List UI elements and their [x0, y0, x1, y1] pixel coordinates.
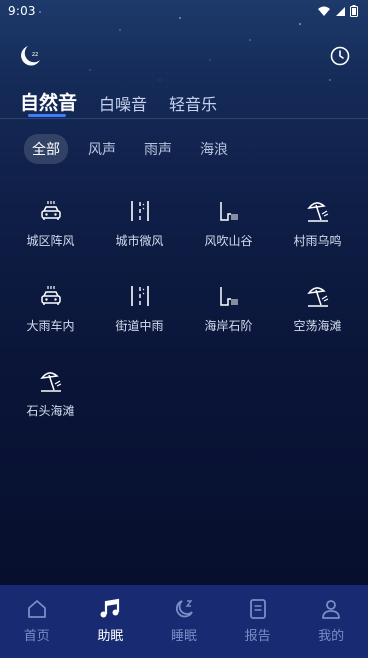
nav-sleep-aid[interactable]: 助眠: [80, 597, 140, 644]
tab-nature[interactable]: 自然音: [20, 88, 77, 115]
sound-label: 海岸石阶: [204, 319, 253, 333]
nav-label: 报告: [244, 629, 271, 644]
battery-icon: [350, 5, 358, 17]
moon-logo-icon[interactable]: zz: [18, 44, 44, 68]
nav-report[interactable]: 报告: [228, 597, 288, 644]
sound-grid: 城区阵风 城市微风 风吹山谷 村雨乌鸣 大雨车内 街道中雨 海岸石阶 空荡海滩 …: [6, 198, 362, 430]
sound-label: 空荡海滩: [293, 319, 342, 333]
home-icon: [27, 600, 46, 618]
music-note-icon: [100, 598, 120, 618]
sound-label: 石头海滩: [26, 404, 75, 418]
filter-rain[interactable]: 雨声: [136, 134, 180, 164]
tab-indicator: [28, 114, 66, 117]
status-bar: 9:03: [0, 0, 368, 22]
beach-umbrella-icon: [39, 372, 61, 392]
wifi-icon: [318, 6, 330, 16]
sound-label: 城市微风: [115, 234, 164, 248]
filter-wind[interactable]: 风声: [80, 134, 124, 164]
moon-zzz-icon: [175, 600, 193, 618]
nav-label: 首页: [23, 629, 50, 644]
sound-item[interactable]: 街道中雨: [95, 283, 184, 345]
filter-waves[interactable]: 海浪: [192, 134, 236, 164]
tab-light-music[interactable]: 轻音乐: [169, 91, 217, 115]
sound-label: 大雨车内: [26, 319, 75, 333]
category-tabs: 自然音 白噪音 轻音乐: [20, 88, 217, 115]
sound-item[interactable]: 城区阵风: [6, 198, 95, 260]
sound-item[interactable]: 村雨乌鸣: [273, 198, 362, 260]
beach-umbrella-icon: [306, 287, 328, 307]
sound-label: 风吹山谷: [204, 234, 253, 248]
filter-all[interactable]: 全部: [24, 134, 68, 164]
clock-icon[interactable]: [330, 46, 350, 66]
road-icon: [130, 201, 149, 221]
nav-sleep[interactable]: 睡眠: [154, 597, 214, 644]
sound-item[interactable]: 大雨车内: [6, 283, 95, 345]
beach-umbrella-icon: [306, 202, 328, 222]
nav-label: 助眠: [97, 629, 124, 644]
sound-item[interactable]: 石头海滩: [6, 368, 95, 430]
nav-label: 睡眠: [170, 629, 197, 644]
car-icon: [40, 201, 61, 220]
signal-icon: [336, 6, 345, 16]
nav-label: 我的: [318, 629, 345, 644]
sound-label: 村雨乌鸣: [293, 234, 342, 248]
status-time: 9:03: [8, 4, 36, 18]
valley-icon: [219, 202, 238, 221]
bottom-nav: 首页 助眠 睡眠 报告 我的: [0, 585, 368, 658]
filter-chips: 全部 风声 雨声 海浪: [24, 134, 236, 164]
car-icon: [40, 286, 61, 305]
sound-item[interactable]: 空荡海滩: [273, 283, 362, 345]
user-icon: [322, 600, 341, 619]
sound-label: 街道中雨: [115, 319, 164, 333]
sound-item[interactable]: 海岸石阶: [184, 283, 273, 345]
tab-white-noise[interactable]: 白噪音: [99, 91, 147, 115]
tabs-divider: [0, 118, 368, 119]
nav-profile[interactable]: 我的: [301, 597, 361, 644]
sound-item[interactable]: 城市微风: [95, 198, 184, 260]
road-icon: [130, 286, 149, 306]
valley-icon: [219, 287, 238, 306]
nav-home[interactable]: 首页: [7, 597, 67, 644]
report-icon: [249, 599, 266, 619]
sound-label: 城区阵风: [26, 234, 75, 248]
sound-item[interactable]: 风吹山谷: [184, 198, 273, 260]
svg-text:zz: zz: [32, 51, 38, 58]
